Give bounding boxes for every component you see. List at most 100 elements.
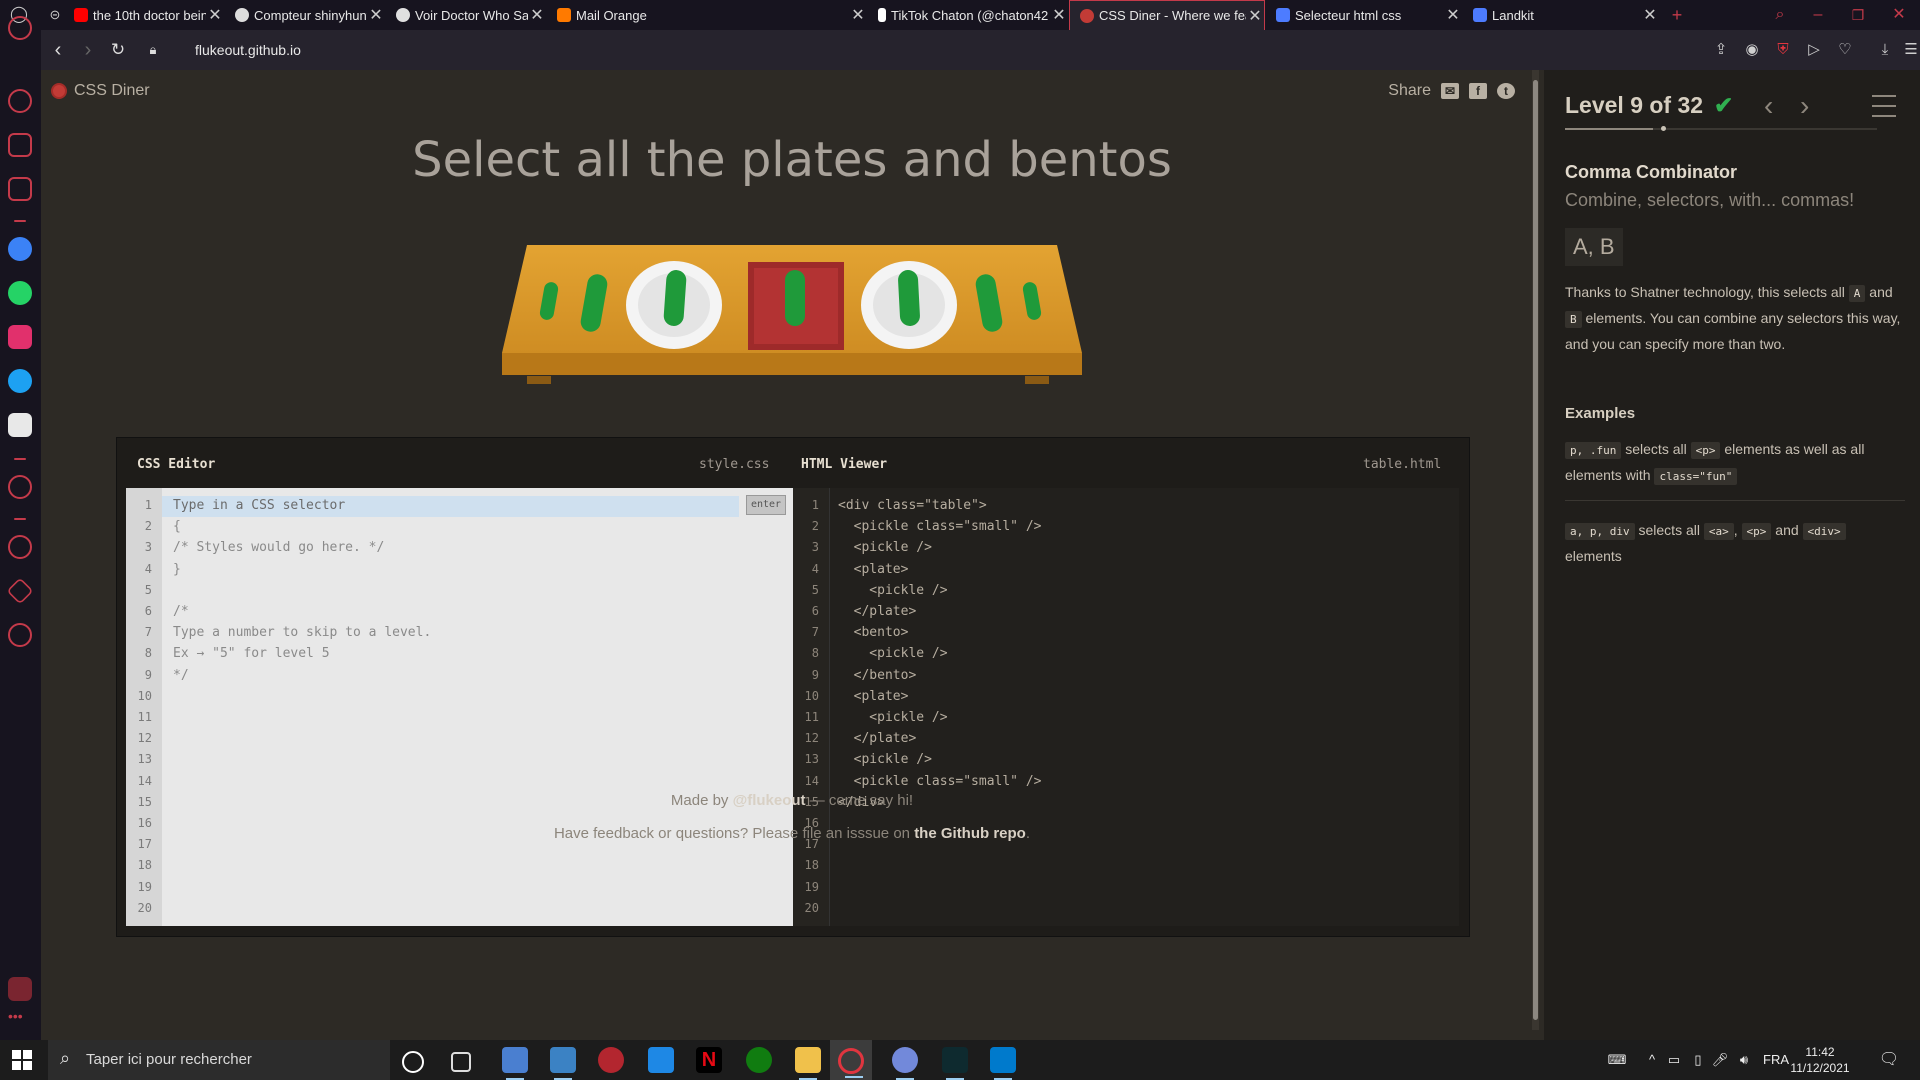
css-editor[interactable]: enter 1 Type in a CSS selector 2 {3 /* Style… (126, 488, 793, 926)
css-editor-header: CSS Editor (137, 457, 216, 472)
tray-expand-icon[interactable]: ^ (1644, 1040, 1660, 1080)
mail-app-icon[interactable] (648, 1047, 674, 1073)
file-explorer-icon[interactable] (795, 1047, 821, 1080)
history-icon[interactable] (8, 535, 32, 559)
url-field[interactable]: flukeout.github.io (195, 30, 301, 70)
calculator-icon[interactable] (502, 1047, 528, 1080)
tab-title: the 10th doctor being chao (93, 7, 206, 23)
adblock-shield-icon[interactable]: ⛨ (1772, 30, 1794, 70)
discord-icon[interactable] (892, 1047, 918, 1080)
instagram-icon[interactable] (8, 325, 32, 349)
task-view-icon[interactable] (451, 1052, 471, 1072)
tab-1[interactable]: Compteur shinyhunting - F ✕ (225, 0, 385, 30)
easy-setup-icon[interactable]: ☰ (1900, 30, 1920, 70)
next-level-icon[interactable]: › (1800, 90, 1809, 122)
facebook-share-icon[interactable]: f (1469, 83, 1487, 99)
pickle[interactable] (898, 270, 921, 327)
pickle[interactable] (785, 270, 805, 326)
search-tabs-icon[interactable]: ⌕ (1765, 0, 1795, 30)
minimize-icon[interactable]: – (1803, 0, 1833, 30)
game-launcher-icon[interactable] (942, 1047, 968, 1080)
microphone-icon[interactable]: 🎤︎ (1710, 1040, 1730, 1080)
discord-icon[interactable] (8, 413, 32, 437)
enter-button[interactable]: enter (746, 495, 786, 515)
whatsapp-icon[interactable] (8, 281, 32, 305)
shopping-bag-icon[interactable] (8, 133, 32, 157)
device-icon[interactable]: ▯ (1688, 1040, 1708, 1080)
settings-gear-icon[interactable] (8, 623, 32, 647)
footer-credit: Made by @flukeout — come say hi! (41, 792, 1543, 809)
plate[interactable] (861, 261, 957, 349)
tab-7[interactable]: Landkit ✕ (1463, 0, 1659, 30)
keyboard-icon[interactable]: ⌨ (1604, 1040, 1630, 1080)
network-icon[interactable]: ▭ (1664, 1040, 1684, 1080)
close-tab-icon[interactable]: ✕ (1246, 6, 1264, 26)
previous-level-icon[interactable]: ‹ (1764, 90, 1773, 122)
page-scrollbar-thumb[interactable] (1533, 80, 1538, 1020)
cortana-icon[interactable] (402, 1051, 424, 1073)
twitch-icon[interactable] (8, 177, 32, 201)
taskbar-search-input[interactable]: Taper ici pour rechercher (48, 1040, 390, 1080)
send-icon[interactable]: ▷ (1803, 30, 1825, 70)
close-tab-icon[interactable]: ✕ (1050, 5, 1068, 25)
share-icon[interactable]: ⇪ (1710, 30, 1732, 70)
store-icon[interactable] (550, 1047, 576, 1080)
tab-2[interactable]: Voir Doctor Who Saison 6 E ✕ (386, 0, 546, 30)
close-tab-icon[interactable]: ✕ (367, 5, 385, 25)
download-icon[interactable]: ⤓ (1874, 30, 1896, 70)
more-icon[interactable]: ••• (8, 1009, 32, 1023)
heart-icon[interactable]: ♡ (1834, 30, 1856, 70)
notifications-icon[interactable]: 🗨︎ (1876, 1040, 1902, 1080)
email-share-icon[interactable]: ✉ (1441, 83, 1459, 99)
back-icon[interactable]: ‹ (45, 30, 71, 70)
twitter-icon[interactable] (8, 369, 32, 393)
restore-icon[interactable]: ❐ (1843, 0, 1873, 30)
close-tab-icon[interactable]: ✕ (1641, 5, 1659, 25)
close-tab-icon[interactable]: ✕ (528, 5, 546, 25)
game-app-icon[interactable] (598, 1047, 624, 1073)
tab-4[interactable]: TikTok Chaton (@chaton42 ✕ (868, 0, 1068, 30)
code-line: */ (173, 667, 189, 683)
bento[interactable] (748, 262, 844, 350)
windows-start-icon[interactable] (12, 1050, 32, 1070)
opera-logo-icon[interactable] (8, 16, 32, 40)
player-icon[interactable] (8, 475, 32, 499)
code-line: } (173, 561, 181, 577)
snapshot-icon[interactable]: ◉ (1741, 30, 1763, 70)
level-menu-icon[interactable] (1872, 95, 1896, 125)
vscode-icon[interactable] (990, 1047, 1016, 1080)
pickle[interactable] (663, 269, 687, 326)
hint-code: A (1848, 285, 1866, 302)
xbox-icon[interactable] (746, 1047, 772, 1073)
plate[interactable] (626, 261, 722, 349)
close-window-icon[interactable]: ✕ (1884, 0, 1914, 30)
twitter-share-icon[interactable]: t (1497, 83, 1515, 99)
sidebar-setup-icon[interactable] (8, 977, 32, 1001)
new-tab-button[interactable]: + (1662, 0, 1692, 30)
system-clock[interactable]: 11:42 11/12/2021 (1780, 1044, 1860, 1076)
separator (14, 220, 26, 222)
site-logo[interactable]: CSS Diner (51, 82, 150, 100)
tab-3[interactable]: Mail Orange ✕ (547, 0, 867, 30)
close-tab-icon[interactable]: ✕ (1444, 5, 1462, 25)
tab-6[interactable]: Selecteur html css ✕ (1266, 0, 1462, 30)
pokeball-icon (235, 8, 249, 22)
opera-icon[interactable] (838, 1048, 864, 1078)
messenger-icon[interactable] (8, 237, 32, 261)
close-tab-icon[interactable]: ✕ (849, 5, 867, 25)
netflix-icon[interactable]: N (696, 1047, 722, 1073)
hint-text: elements. You can combine any selectors … (1565, 310, 1901, 352)
tab-0[interactable]: the 10th doctor being chao ✕ (64, 0, 224, 30)
speed-dial-icon[interactable] (8, 89, 32, 113)
code-line: Type in a CSS selector (173, 498, 346, 513)
forward-icon[interactable]: › (75, 30, 101, 70)
windows-taskbar: Taper ici pour rechercher ⌕ N ⌨ ^ ▭ ▯ 🎤︎… (0, 1040, 1920, 1080)
extensions-cube-icon[interactable] (6, 577, 34, 605)
tab-5-active[interactable]: CSS Diner - Where we feas ✕ (1069, 0, 1265, 30)
flukeout-link[interactable]: @flukeout (733, 792, 806, 809)
close-tab-icon[interactable]: ✕ (206, 5, 224, 25)
reload-icon[interactable]: ↻ (105, 30, 131, 70)
volume-icon[interactable]: 🔊︎ (1734, 1040, 1754, 1080)
github-repo-link[interactable]: the Github repo (914, 825, 1026, 842)
separator (14, 458, 26, 460)
